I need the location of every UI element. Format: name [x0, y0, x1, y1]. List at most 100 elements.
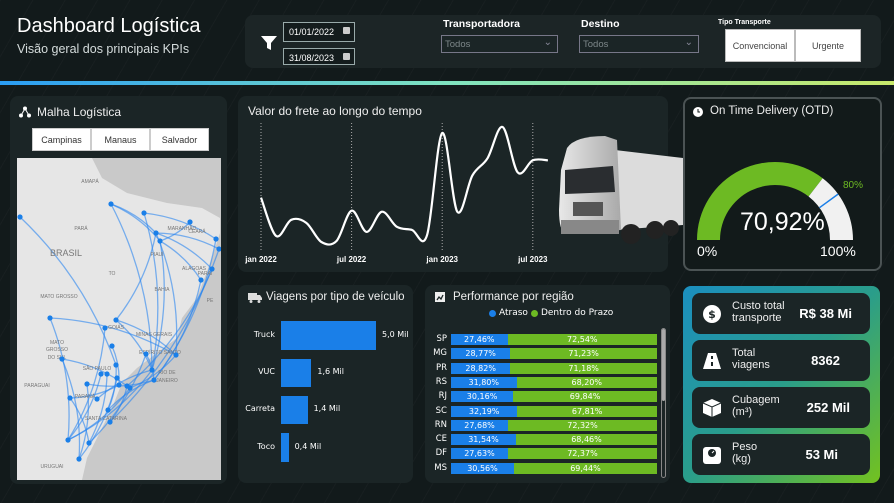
scrollbar[interactable]: [661, 328, 666, 478]
location-marker[interactable]: [151, 377, 157, 383]
location-marker[interactable]: [157, 238, 163, 244]
vehicle-bar[interactable]: [281, 321, 376, 350]
map-label: GOIÁS: [108, 324, 125, 331]
prazo-bar[interactable]: 69,84%: [513, 391, 657, 403]
kpi-label: transporte: [732, 312, 782, 324]
performance-title: Performance por região: [453, 291, 574, 303]
atraso-bar[interactable]: 30,16%: [451, 391, 514, 403]
map-label: CEARÁ: [188, 228, 206, 235]
destino-dropdown[interactable]: Todos ⌄: [579, 35, 699, 53]
chevron-down-icon: ⌄: [684, 37, 693, 48]
atraso-bar[interactable]: 27,46%: [451, 334, 508, 345]
prazo-bar[interactable]: 72,54%: [507, 334, 657, 345]
region-label: MS: [434, 462, 447, 473]
start-date-input[interactable]: 01/01/2022: [283, 22, 355, 42]
vehicle-bar[interactable]: [281, 359, 312, 387]
convencional-button[interactable]: Convencional: [725, 29, 795, 62]
location-marker[interactable]: [104, 371, 110, 377]
map-label: RIO DE: [158, 370, 176, 376]
vehicle-bar[interactable]: [281, 433, 289, 462]
location-marker[interactable]: [127, 385, 133, 391]
atraso-bar[interactable]: 31,80%: [451, 376, 517, 388]
map-label: AMAPÁ: [81, 178, 99, 185]
legend-prazo: Dentro do Prazo: [540, 308, 614, 318]
bar-category-label: Toco: [257, 441, 275, 451]
legend-prazo-swatch: [530, 309, 538, 317]
location-marker[interactable]: [65, 437, 71, 443]
prazo-bar[interactable]: 69,44%: [513, 462, 657, 474]
destino-value: Todos: [583, 39, 609, 50]
location-marker[interactable]: [109, 343, 115, 349]
location-marker[interactable]: [105, 407, 111, 413]
urgente-button[interactable]: Urgente: [795, 29, 861, 62]
location-marker[interactable]: [47, 315, 53, 321]
location-marker[interactable]: [114, 375, 120, 381]
truck-image: [559, 136, 683, 244]
atraso-bar[interactable]: 32,19%: [451, 405, 518, 417]
location-marker[interactable]: [116, 382, 122, 388]
route-map[interactable]: AMAPÁPARÁ MARANHÃOCEARÁPARAÍPIAUÍPEALAGOA…: [17, 158, 221, 480]
vehicle-bar[interactable]: [281, 396, 308, 424]
prazo-bar[interactable]: 67,81%: [517, 405, 657, 417]
dollar-icon: $: [703, 305, 721, 323]
location-marker[interactable]: [143, 351, 149, 357]
location-marker[interactable]: [153, 230, 159, 236]
calendar-icon[interactable]: [343, 27, 350, 34]
atraso-bar[interactable]: 30,56%: [451, 462, 514, 474]
transportadora-dropdown[interactable]: Todos ⌄: [441, 35, 558, 53]
location-marker[interactable]: [102, 325, 108, 331]
location-marker[interactable]: [209, 266, 215, 272]
prazo-bar[interactable]: 72,32%: [508, 419, 657, 431]
performance-row: PR 28,82% 71,18%: [425, 362, 657, 374]
prazo-bar[interactable]: 72,37%: [507, 448, 657, 460]
location-marker[interactable]: [17, 214, 23, 220]
map-label: TO: [109, 271, 116, 277]
location-marker[interactable]: [213, 236, 219, 242]
location-marker[interactable]: [108, 201, 114, 207]
map-label: PARANÁ: [75, 393, 96, 400]
location-marker[interactable]: [187, 219, 193, 225]
scrollbar-thumb[interactable]: [662, 329, 665, 401]
performance-row: RN 27,68% 72,32%: [425, 419, 657, 431]
otd-title: On Time Delivery (OTD): [710, 105, 834, 117]
end-date-input[interactable]: 31/08/2023: [283, 48, 355, 65]
location-marker[interactable]: [141, 210, 147, 216]
atraso-bar[interactable]: 31,54%: [451, 434, 516, 446]
gauge-target-label: 80%: [843, 180, 864, 191]
prazo-bar[interactable]: 71,23%: [510, 348, 657, 360]
kpi-value: 53 Mi: [805, 447, 838, 462]
atraso-bar[interactable]: 27,63%: [451, 448, 508, 460]
location-marker[interactable]: [107, 419, 113, 425]
location-marker[interactable]: [59, 356, 65, 362]
location-marker[interactable]: [173, 352, 179, 358]
kpi-label: Cubagem: [732, 394, 780, 406]
performance-row: DF 27,63% 72,37%: [425, 448, 657, 460]
atraso-bar[interactable]: 27,68%: [451, 419, 509, 431]
location-marker[interactable]: [86, 440, 92, 446]
location-marker[interactable]: [98, 371, 104, 377]
performance-row: MG 28,77% 71,23%: [425, 348, 657, 360]
location-marker[interactable]: [94, 396, 100, 402]
calendar-icon[interactable]: [343, 53, 350, 60]
campinas-button[interactable]: Campinas: [32, 128, 91, 151]
location-marker[interactable]: [149, 367, 155, 373]
prazo-bar[interactable]: 68,46%: [515, 434, 657, 446]
atraso-bar[interactable]: 28,82%: [451, 362, 511, 374]
location-marker[interactable]: [113, 317, 119, 323]
location-marker[interactable]: [84, 381, 90, 387]
svg-text:$: $: [708, 308, 716, 321]
kpi-label: Total: [732, 347, 756, 359]
location-marker[interactable]: [113, 362, 119, 368]
prazo-bar[interactable]: 71,18%: [510, 362, 657, 374]
location-marker[interactable]: [198, 277, 204, 283]
atraso-bar[interactable]: 28,77%: [451, 348, 511, 360]
salvador-button[interactable]: Salvador: [150, 128, 209, 151]
performance-row: RS 31,80% 68,20%: [425, 376, 657, 388]
transportadora-value: Todos: [445, 39, 471, 50]
manaus-button[interactable]: Manaus: [91, 128, 150, 151]
location-marker[interactable]: [76, 456, 82, 462]
location-marker[interactable]: [67, 395, 73, 401]
prazo-bar[interactable]: 68,20%: [516, 376, 657, 388]
kpi-label: viagens: [732, 359, 770, 371]
kpi-value: 8362: [811, 353, 840, 368]
